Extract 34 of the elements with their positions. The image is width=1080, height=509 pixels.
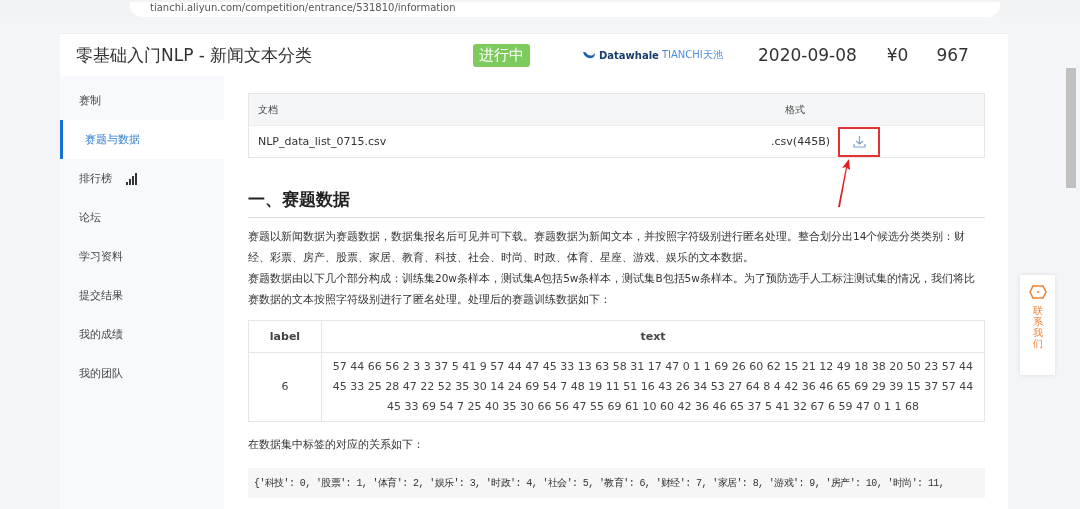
sidebar-item[interactable]: 提交结果 <box>60 276 224 315</box>
logo-brand: TIANCHI天池 <box>661 48 723 62</box>
column-header: 文档 <box>258 102 279 117</box>
code-block: {'科技': 0, '股票': 1, '体育': 2, '娱乐': 3, '时政': 4, '社会': 5, '教育': 6, '财经': 7, '家居': 8, '游戏': 9, '房产': 10, '时尚': 11, <box>248 468 985 498</box>
prize-text: ¥0 <box>886 45 909 65</box>
address-bar[interactable]: tianchi.aliyun.com/competition/entrance/531810/information <box>130 2 1000 17</box>
sidebar-item[interactable]: 排行榜 <box>60 159 224 198</box>
column-header: text <box>321 320 985 353</box>
paragraph: 赛题以新闻数据为赛题数据，数据集报名后可见并可下载。赛题数据为新闻文本，并按照字符级别进行匿名处理。整合划分出14个候选分类类别：财经、彩票、房产、股票、家居、教育、科技、社会、时尚、时政、体育、星座、游戏、娱乐的文本数据。 <box>248 229 967 265</box>
paragraph: 赛题数据由以下几个部分构成：训练集20w条样本，测试集A包括5w条样本，测试集B包括5w条样本。为了预防选手人工标注测试集的情况，我们将比赛数据的文本按照字符级别进行了匿名处理。处理后的赛题训练数据如下： <box>248 271 976 307</box>
whale-icon <box>582 50 596 60</box>
date-text: 2020-09-08 <box>758 45 857 65</box>
sidebar-item[interactable]: 我的成绩 <box>60 315 224 354</box>
participant-count: 967 <box>936 45 969 65</box>
bar-chart-icon <box>126 172 138 185</box>
file-name: NLP_data_list_0715.csv <box>258 135 388 148</box>
sidebar-item[interactable]: 学习资料 <box>60 237 224 276</box>
hexagon-icon <box>1028 285 1047 299</box>
column-header: label <box>248 320 322 353</box>
sidebar-item[interactable]: 赛题与数据 <box>60 120 224 159</box>
section-heading: 一、赛题数据 <box>248 188 985 218</box>
sidebar-item[interactable]: 我的团队 <box>60 354 224 393</box>
table-cell: 57 44 66 56 2 3 3 37 5 41 9 57 44 47 45 33 13 63 58 31 17 47 0 1 1 69 26 60 62 15 21 12 49 18 38 20 50 23 57 44 45 33 25 28 47 22 52 35 30 14 24 69 54 7 48 19 11 51 16 43 26 34 53 27 64 8 4 42 36 46 65 69 29 39 15 37 57 44 45 33 69 54 7 25 40 35 30 66 56 47 55 69 61 10 60 42 36 46 65 37 5 41 32 67 6 59 47 0 1 1 68 <box>321 352 985 422</box>
file-format: .csv(445B) <box>770 135 830 148</box>
column-header: 格式 <box>785 102 805 117</box>
paragraph: 在数据集中标签的对应的关系如下： <box>248 437 425 452</box>
competition-title: 零基础入门NLP - 新闻文本分类 <box>76 43 314 67</box>
download-icon <box>852 135 866 148</box>
scrollbar-thumb[interactable] <box>1066 68 1076 188</box>
status-badge: 进行中 <box>473 43 530 67</box>
sidebar-item[interactable]: 论坛 <box>60 198 224 237</box>
table-cell: 6 <box>248 352 322 422</box>
logo-text: Datawhale <box>599 49 659 61</box>
sidebar-item[interactable]: 赛制 <box>60 81 224 120</box>
